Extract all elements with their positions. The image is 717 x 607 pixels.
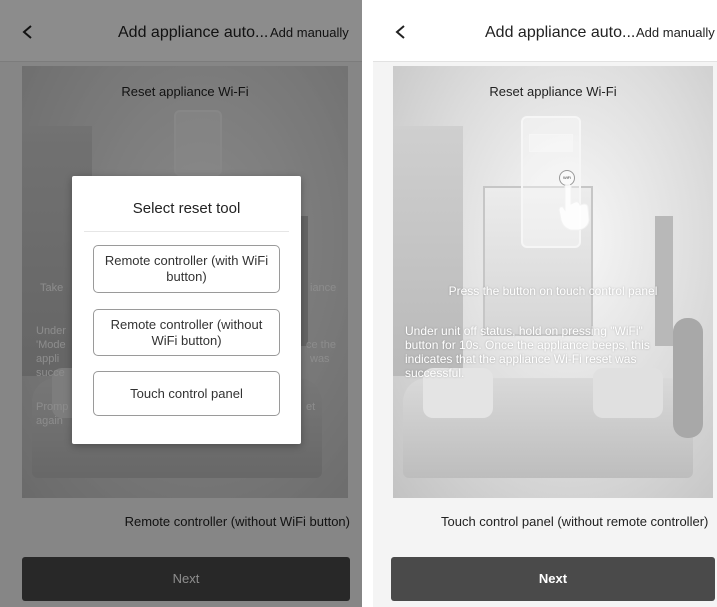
select-reset-tool-dialog: Select reset tool Remote controller (wit… [72,176,301,444]
next-button[interactable]: Next [391,557,715,601]
page-title: Add appliance auto... [485,24,636,41]
option-remote-with-wifi-button[interactable]: Remote controller (with WiFi button) [93,245,280,293]
chevron-left-icon[interactable] [393,24,409,40]
touch-control-panel-illustration: WiFi [521,116,590,248]
reset-instruction-text: Under unit off status, hold on pressing … [405,324,650,380]
option-label: Remote controller (with WiFi button) [104,253,269,284]
right-screen: Add appliance auto... Add manually Reset… [373,0,717,607]
option-label: Touch control panel [130,385,243,401]
instruction-card: Reset appliance Wi-Fi WiFi Press the but… [393,66,713,498]
option-touch-control-panel[interactable]: Touch control panel [93,371,280,416]
dialog-title: Select reset tool [132,200,241,217]
divider [84,231,289,232]
finger-press-icon [558,184,590,231]
room-plant [673,318,703,438]
option-label: Remote controller (without WiFi button) [110,316,263,348]
option-remote-without-wifi-button[interactable]: Remote controller (without WiFi button) [93,309,280,356]
left-screen: Add appliance auto... Add manually Reset… [0,0,362,607]
selected-tool-caption[interactable]: Touch control panel (without remote cont… [441,514,717,529]
header: Add appliance auto... Add manually [373,0,717,62]
panel-display [529,134,573,152]
add-manually-link[interactable]: Add manually [636,25,715,40]
card-heading: Reset appliance Wi-Fi [489,84,617,99]
press-instruction-title: Press the button on touch control panel [448,284,658,298]
